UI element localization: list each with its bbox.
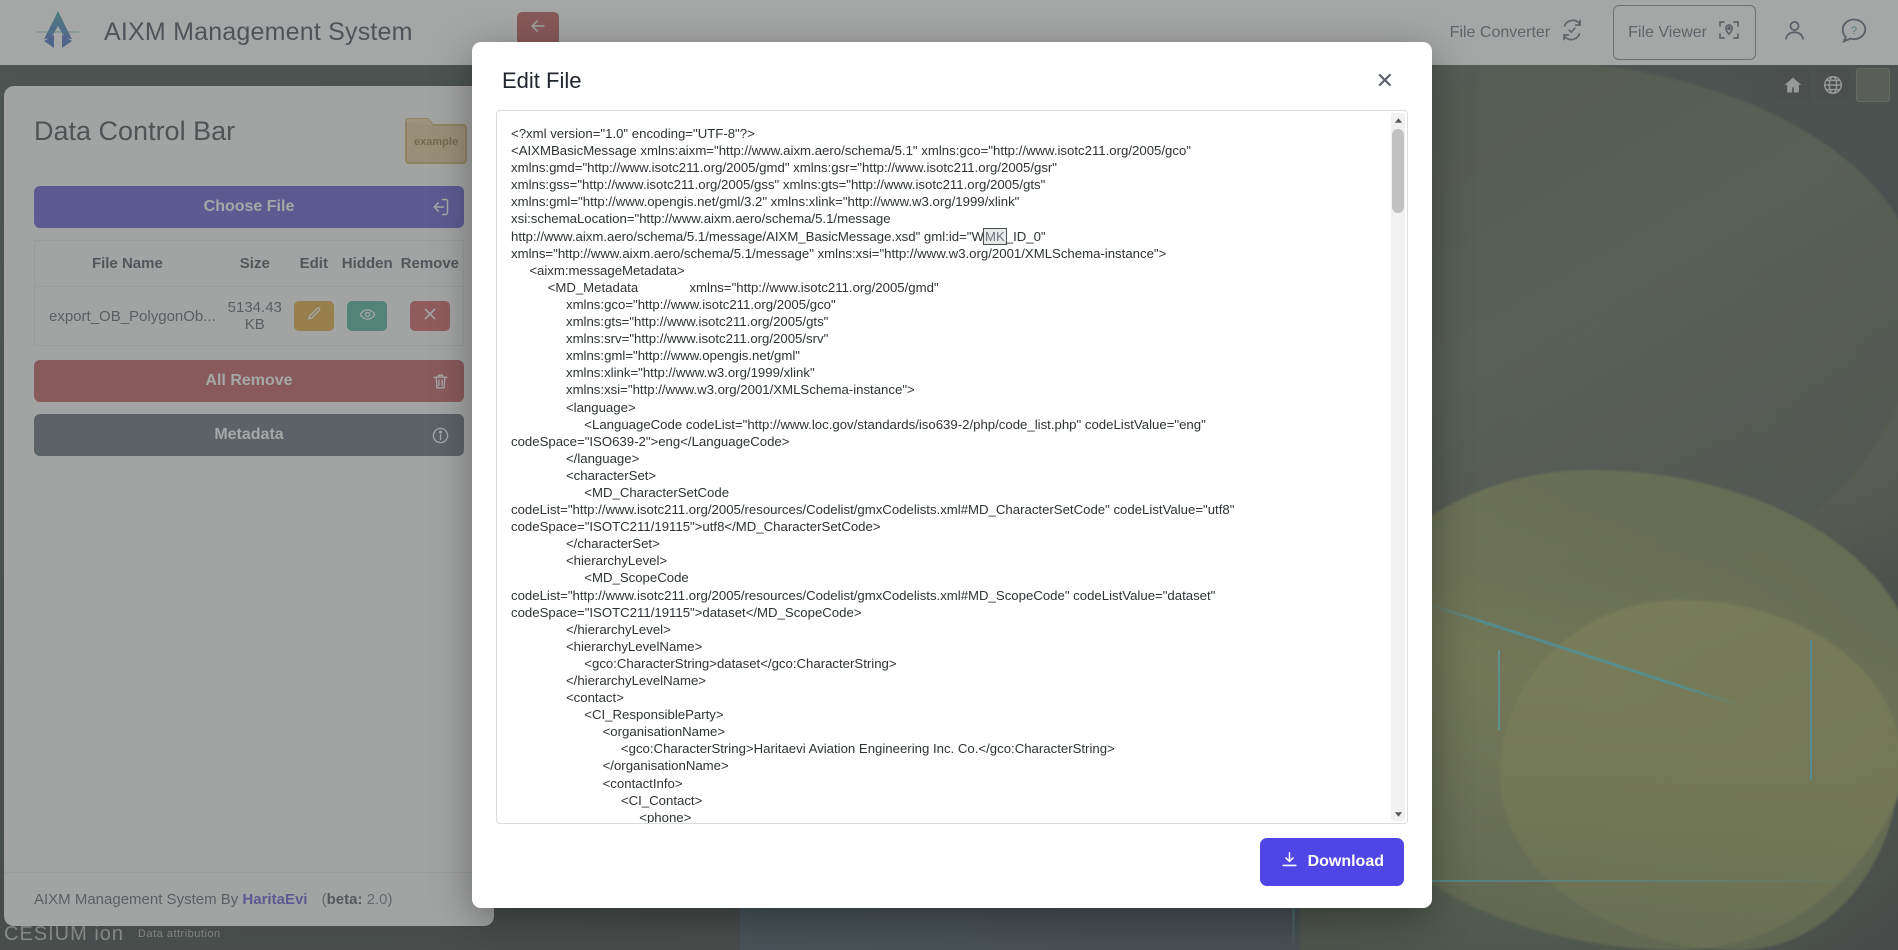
caret-down-icon[interactable] [1391, 807, 1405, 821]
close-icon[interactable]: ✕ [1368, 68, 1402, 94]
xml-part-2: _ID_0" xmlns="http://www.aixm.aero/schem… [511, 229, 1234, 823]
download-icon [1280, 850, 1299, 874]
modal-header: Edit File ✕ [472, 42, 1432, 110]
edit-file-modal: Edit File ✕ <?xml version="1.0" encoding… [472, 42, 1432, 908]
caret-up-icon[interactable] [1391, 113, 1405, 127]
download-button[interactable]: Download [1260, 838, 1404, 886]
xml-part-1: <?xml version="1.0" encoding="UTF-8"?> <… [511, 126, 1191, 244]
download-label: Download [1308, 853, 1384, 871]
modal-footer: Download [472, 824, 1432, 908]
xml-content-textarea[interactable]: <?xml version="1.0" encoding="UTF-8"?> <… [497, 111, 1407, 823]
scrollbar-thumb[interactable] [1392, 129, 1404, 213]
modal-body: <?xml version="1.0" encoding="UTF-8"?> <… [472, 110, 1432, 824]
xml-scrollbar[interactable] [1391, 113, 1405, 821]
modal-title: Edit File [502, 68, 581, 94]
xml-editor[interactable]: <?xml version="1.0" encoding="UTF-8"?> <… [496, 110, 1408, 824]
xml-selected-token[interactable]: MK [983, 228, 1007, 245]
